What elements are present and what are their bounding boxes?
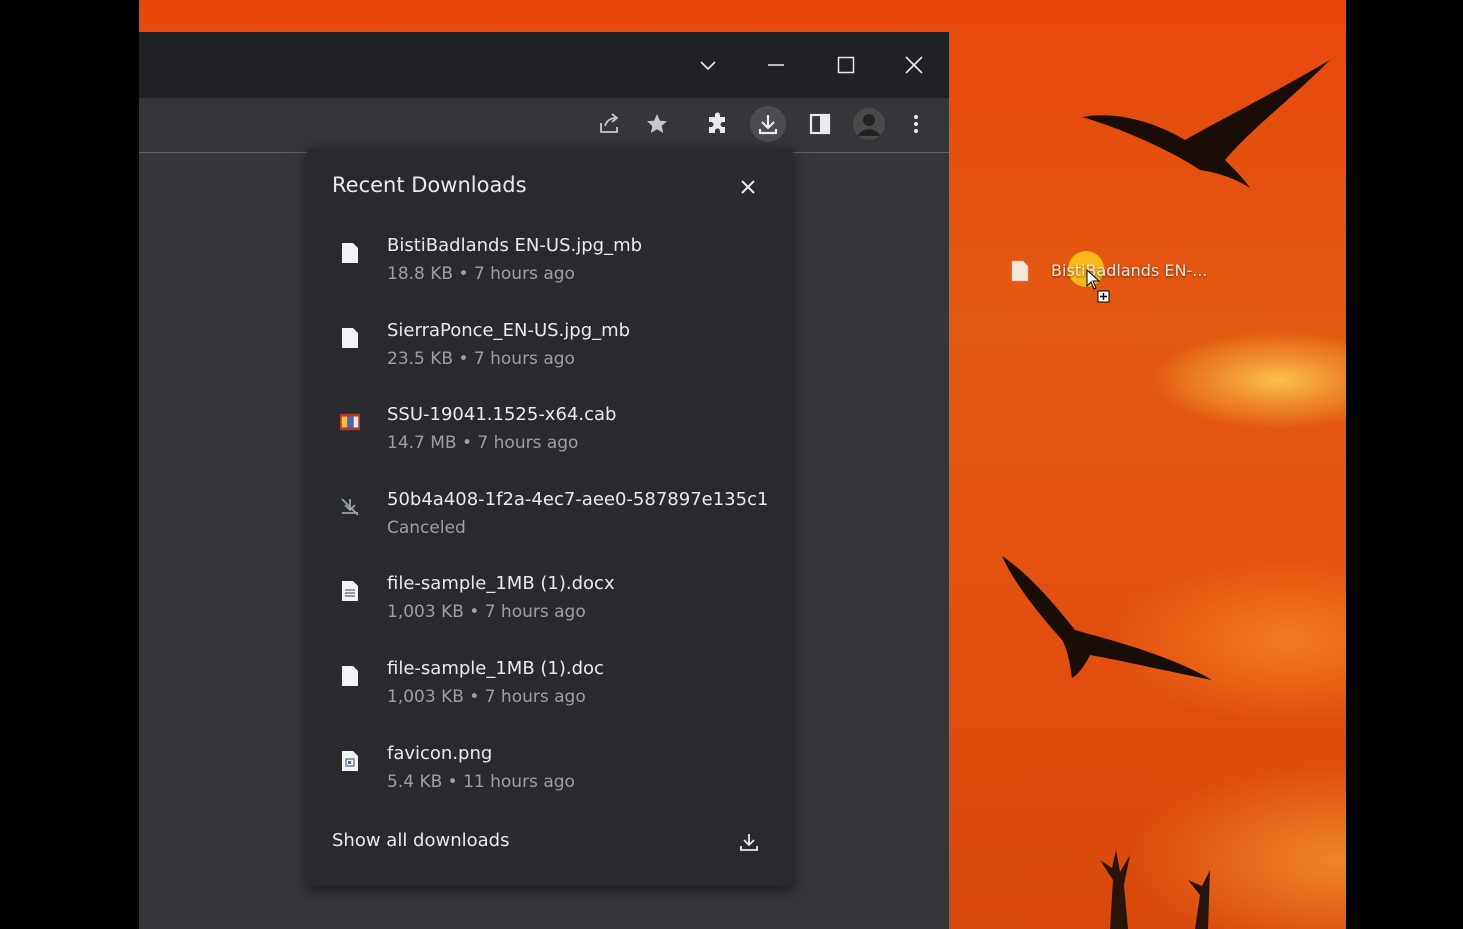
document-icon	[339, 579, 361, 603]
profile-avatar-button[interactable]	[851, 106, 887, 142]
avatar	[853, 108, 885, 140]
panel-title: Recent Downloads	[332, 173, 527, 197]
download-item[interactable]: 50b4a408-1f2a-4ec7-aee0-587897e135c1 Can…	[307, 484, 793, 568]
file-icon	[339, 326, 361, 350]
download-filename: favicon.png	[387, 743, 493, 764]
download-item[interactable]: BistiBadlands EN-US.jpg_mb 18.8 KB • 7 h…	[307, 230, 793, 314]
file-icon	[339, 664, 361, 688]
archive-icon	[339, 410, 361, 434]
download-status: 18.8 KB • 7 hours ago	[387, 264, 575, 284]
star-icon	[647, 114, 667, 133]
close-icon	[905, 56, 923, 74]
file-icon	[339, 241, 361, 265]
close-window-button[interactable]	[891, 42, 937, 88]
download-filename: 50b4a408-1f2a-4ec7-aee0-587897e135c1	[387, 489, 769, 510]
share-button[interactable]	[591, 106, 627, 142]
download-item[interactable]: SierraPonce_EN-US.jpg_mb 23.5 KB • 7 hou…	[307, 315, 793, 399]
bookmark-button[interactable]	[639, 106, 675, 142]
image-file-icon	[339, 749, 361, 773]
side-panel-icon	[809, 113, 831, 135]
download-filename: file-sample_1MB (1).docx	[387, 573, 615, 594]
minimize-icon	[768, 64, 784, 66]
side-panel-button[interactable]	[802, 106, 838, 142]
chevron-down-icon	[700, 61, 716, 71]
download-filename: file-sample_1MB (1).doc	[387, 658, 604, 679]
desktop-file-icon[interactable]	[1011, 260, 1029, 282]
panel-close-button[interactable]	[737, 176, 759, 198]
canceled-download-icon	[339, 495, 361, 519]
download-item[interactable]: file-sample_1MB (1).doc 1,003 KB • 7 hou…	[307, 653, 793, 737]
download-status: 23.5 KB • 7 hours ago	[387, 349, 575, 369]
share-icon	[600, 113, 619, 133]
downloads-button[interactable]	[750, 106, 786, 142]
download-filename: BistiBadlands EN-US.jpg_mb	[387, 235, 643, 256]
show-all-downloads-link[interactable]: Show all downloads	[332, 830, 509, 851]
close-icon	[741, 180, 755, 194]
download-filename: SSU-19041.1525-x64.cab	[387, 404, 617, 425]
minimize-button[interactable]	[753, 42, 799, 88]
download-icon	[740, 834, 758, 851]
download-icon	[758, 115, 778, 135]
download-item[interactable]: favicon.png 5.4 KB • 11 hours ago	[307, 738, 793, 822]
recent-downloads-panel: Recent Downloads BistiBadlands EN-US.jpg…	[307, 148, 793, 886]
maximize-button[interactable]	[823, 42, 869, 88]
tab-search-button[interactable]	[685, 42, 731, 88]
browser-toolbar	[139, 98, 949, 153]
download-status: 5.4 KB • 11 hours ago	[387, 772, 575, 792]
maximize-icon	[837, 56, 855, 74]
download-status: 1,003 KB • 7 hours ago	[387, 602, 586, 622]
extensions-button[interactable]	[700, 106, 736, 142]
title-bar	[139, 32, 949, 98]
desktop-icon-label[interactable]: BistiBadlands EN-...	[1051, 261, 1208, 280]
download-item[interactable]: file-sample_1MB (1).docx 1,003 KB • 7 ho…	[307, 568, 793, 652]
download-item[interactable]: SSU-19041.1525-x64.cab 14.7 MB • 7 hours…	[307, 399, 793, 483]
more-menu-icon	[914, 115, 918, 133]
download-status: 14.7 MB • 7 hours ago	[387, 433, 579, 453]
download-status: Canceled	[387, 518, 466, 538]
download-status: 1,003 KB • 7 hours ago	[387, 687, 586, 707]
extensions-icon	[709, 112, 725, 133]
download-filename: SierraPonce_EN-US.jpg_mb	[387, 320, 631, 341]
more-menu-button[interactable]	[898, 106, 934, 142]
open-downloads-folder-button[interactable]	[737, 830, 761, 854]
drag-cursor-icon	[1086, 268, 1110, 303]
